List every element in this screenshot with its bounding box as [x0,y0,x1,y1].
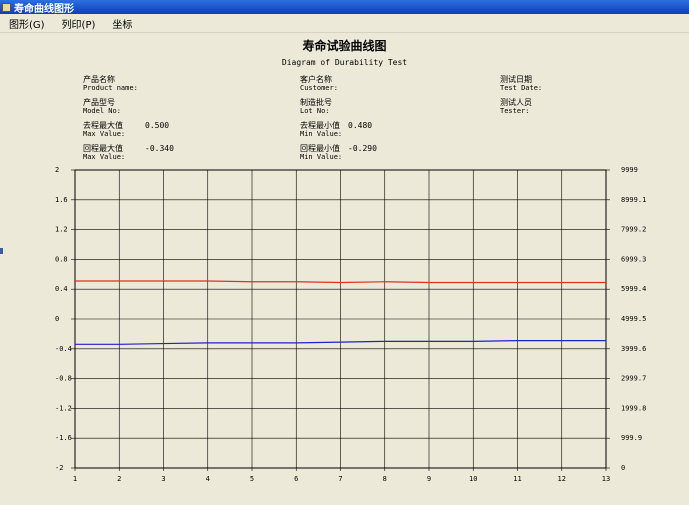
x-tick-label: 3 [161,475,165,483]
y-right-tick-label: 3999.6 [621,345,646,353]
x-tick-label: 7 [338,475,342,483]
y-left-tick-label: 1.2 [55,226,68,234]
x-tick-label: 6 [294,475,298,483]
y-left-tick-label: -1.2 [55,404,72,412]
y-right-tick-label: 5999.4 [621,285,646,293]
y-left-tick-label: -2 [55,464,63,472]
x-tick-label: 4 [206,475,210,483]
x-tick-label: 9 [427,475,431,483]
x-tick-label: 1 [73,475,77,483]
x-tick-label: 10 [469,475,477,483]
x-tick-label: 12 [558,475,566,483]
y-left-tick-label: -0.8 [55,375,72,383]
x-tick-label: 13 [602,475,610,483]
y-left-tick-label: 0.8 [55,255,68,263]
y-right-tick-label: 1999.8 [621,404,646,412]
y-right-tick-label: 2999.7 [621,375,646,383]
y-left-tick-label: 0 [55,315,59,323]
y-right-tick-label: 7999.2 [621,226,646,234]
y-right-tick-label: 8999.1 [621,196,646,204]
y-left-tick-label: 0.4 [55,285,68,293]
y-right-tick-label: 4999.5 [621,315,646,323]
x-tick-label: 11 [513,475,521,483]
y-left-tick-label: 2 [55,166,59,174]
y-left-tick-label: 1.6 [55,196,68,204]
y-left-tick-label: -0.4 [55,345,72,353]
durability-chart: 1 2 3 4 5 6 7 8 9 10 11 12 1321.61.20.80.40-0.4-0.8-… [55,166,646,483]
y-right-tick-label: 9999 [621,166,638,174]
x-tick-label: 2 [117,475,121,483]
y-left-tick-label: -1.6 [55,434,72,442]
y-right-tick-label: 999.9 [621,434,642,442]
y-right-tick-label: 0 [621,464,625,472]
y-right-tick-label: 6999.3 [621,255,646,263]
x-tick-label: 8 [383,475,387,483]
x-tick-label: 5 [250,475,254,483]
